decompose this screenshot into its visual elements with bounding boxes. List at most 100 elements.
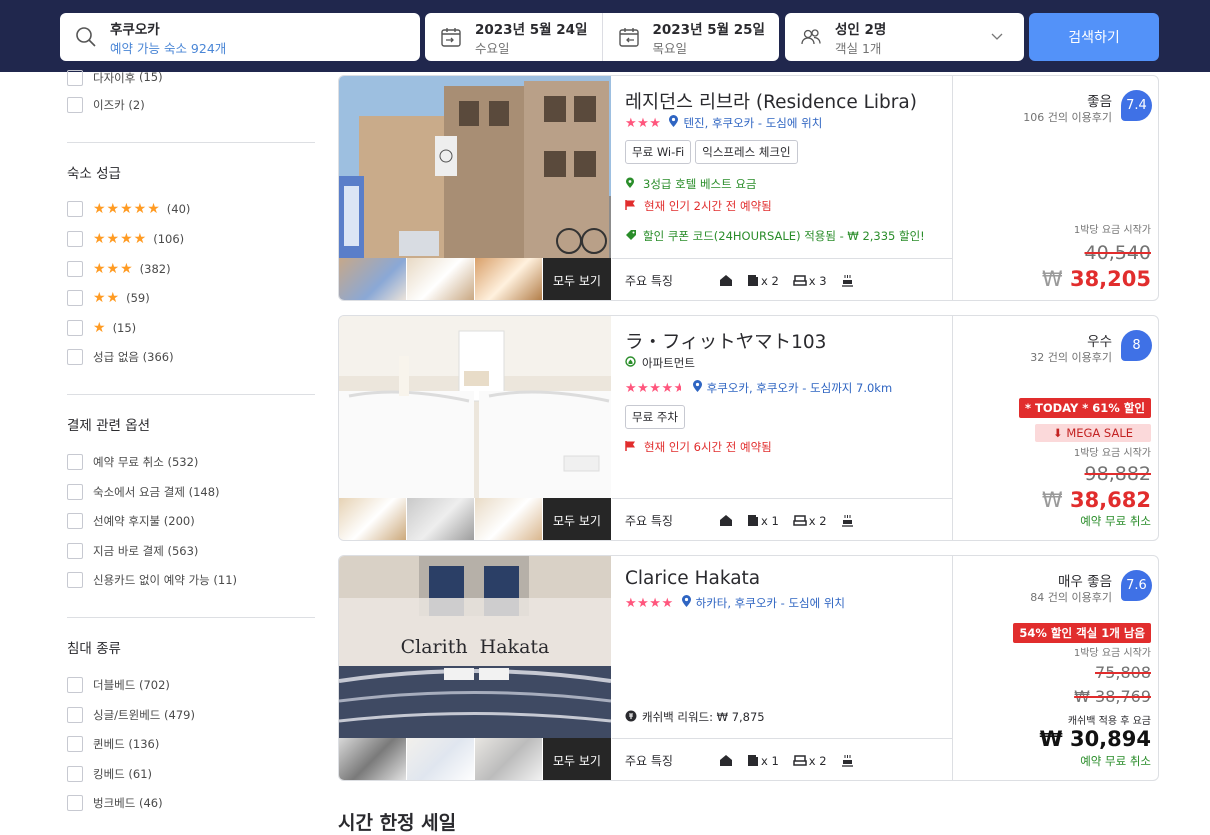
filter-item-3-stars[interactable]: ★★★ (382) (67, 254, 317, 284)
date-picker[interactable]: 2023년 5월 24일 수요일 2023년 5월 25일 목요일 (425, 13, 779, 61)
feature-bed: x 2 (793, 514, 827, 528)
thumbnail[interactable] (475, 738, 543, 780)
checkbox[interactable] (67, 201, 83, 218)
checkbox[interactable] (67, 96, 83, 113)
star-rating-icon: ★★★ (93, 260, 134, 277)
checkbox[interactable] (67, 765, 83, 782)
star-filter-group: ★★★★★ (40) ★★★★ (106) ★★★ (382) ★★ (59) ★ (15… (67, 195, 317, 373)
property-meta: ★★★★ 하카타, 후쿠오카 - 도심에 위치 (625, 595, 845, 611)
star-rating-title: 숙소 성급 (67, 165, 121, 182)
filter-item-free-cancel[interactable]: 예약 무료 취소 (532) (67, 447, 317, 477)
checkbox[interactable] (67, 453, 83, 470)
filter-item-iizuka[interactable]: 이즈카 (2) (67, 90, 317, 120)
checkbox[interactable] (67, 513, 83, 530)
property-main-photo[interactable] (339, 76, 611, 258)
search-button[interactable]: 검색하기 (1029, 13, 1159, 61)
rating-word: 좋음 (1087, 94, 1112, 110)
amenity-tags: 무료 Wi-Fi 익스프레스 체크인 (625, 140, 802, 164)
view-all-photos-button[interactable]: 모두 보기 (543, 498, 611, 540)
review-count[interactable]: 84 건의 이용후기 (1030, 589, 1112, 605)
filter-item-5-stars[interactable]: ★★★★★ (40) (67, 195, 317, 225)
filter-item-4-stars[interactable]: ★★★★ (106) (67, 224, 317, 254)
filter-item-king-bed[interactable]: 킹베드 (61) (67, 759, 317, 789)
view-all-photos-button[interactable]: 모두 보기 (543, 738, 611, 780)
price-panel[interactable]: 우수 32 건의 이용후기 8 * TODAY * 61% 할인 ⬇ MEGA … (952, 316, 1158, 540)
recent-booking-text: 현재 인기 6시간 전 예약됨 (644, 440, 772, 454)
property-card[interactable]: 모두 보기 ラ・フィットヤマト103 아파트먼트 ★★★★ ★ 후쿠오카, 후쿠… (338, 315, 1159, 541)
filter-item-twin-bed[interactable]: 싱글/트윈베드 (479) (67, 700, 317, 730)
filter-item-double-bed[interactable]: 더블베드 (702) (67, 670, 317, 700)
amenity-tag: 무료 주차 (625, 405, 685, 429)
filter-item-pay-now[interactable]: 지금 바로 결제 (563) (67, 536, 317, 566)
star-rating-icon: ★★★★ (93, 230, 148, 247)
review-count[interactable]: 106 건의 이용후기 (1023, 109, 1112, 125)
thumbnail[interactable] (407, 258, 475, 300)
destination-field[interactable]: 후쿠오카 예약 가능 숙소 924개 (60, 13, 420, 61)
thumbnail[interactable] (339, 258, 407, 300)
property-name[interactable]: ラ・フィットヤマト103 (625, 328, 826, 354)
thumbnail[interactable] (339, 738, 407, 780)
price-panel[interactable]: 좋음 106 건의 이용후기 7.4 1박당 요금 시작가 40,540 ₩ 3… (952, 76, 1158, 300)
checkbox[interactable] (67, 230, 83, 247)
checkout-field[interactable]: 2023년 5월 25일 목요일 (601, 13, 780, 61)
today-discount-badge: * TODAY * 61% 할인 (1018, 398, 1151, 418)
filter-count: (106) (153, 231, 185, 246)
property-name[interactable]: Clarice Hakata (625, 568, 760, 589)
guests-value: 성인 2명 (835, 22, 887, 38)
property-main-photo[interactable]: Clarith Hakata (339, 556, 611, 738)
checkbox[interactable] (67, 319, 83, 336)
checkbox[interactable] (67, 483, 83, 500)
filter-item-no-stars[interactable]: 성급 없음 (366) (67, 343, 317, 373)
filter-item-queen-bed[interactable]: 퀸베드 (136) (67, 729, 317, 759)
checkbox[interactable] (67, 542, 83, 559)
property-location[interactable]: 하카타, 후쿠오카 - 도심에 위치 (696, 595, 845, 611)
filter-item-1-star[interactable]: ★ (15) (67, 313, 317, 343)
checkbox[interactable] (67, 706, 83, 723)
thumbnail[interactable] (475, 498, 543, 540)
property-name[interactable]: 레지던스 리브라 (Residence Libra) (625, 88, 917, 114)
key-features-bar: 주요 특징 x 2 x 3 (612, 258, 952, 300)
location-pin-icon (692, 380, 703, 396)
property-card[interactable]: 모두 보기 레지던스 리브라 (Residence Libra) ★★★ 텐진,… (338, 75, 1159, 301)
property-card[interactable]: Clarith Hakata 모두 보기 Clarice Hakata ★★★★… (338, 555, 1159, 781)
available-count: 예약 가능 숙소 924개 (110, 41, 227, 56)
filter-label: 이즈카 (93, 97, 125, 112)
checkbox[interactable] (67, 70, 83, 86)
review-count[interactable]: 32 건의 이용후기 (1030, 349, 1112, 365)
property-location[interactable]: 후쿠오카, 후쿠오카 - 도심까지 7.0km (707, 380, 893, 396)
property-location[interactable]: 텐진, 후쿠오카 - 도심에 위치 (683, 115, 822, 131)
price-panel[interactable]: 매우 좋음 84 건의 이용후기 7.6 54% 할인 객실 1개 남음 1박당… (952, 556, 1158, 780)
thumbnail[interactable] (407, 738, 475, 780)
checkin-date: 2023년 5월 24일 (475, 22, 588, 38)
guests-field[interactable]: 성인 2명 객실 1개 (785, 13, 1024, 61)
property-info: 레지던스 리브라 (Residence Libra) ★★★ 텐진, 후쿠오카 … (612, 76, 952, 300)
checkbox[interactable] (67, 572, 83, 589)
flag-icon (625, 440, 636, 455)
thumbnail[interactable] (475, 258, 543, 300)
checkbox[interactable] (67, 260, 83, 277)
key-features-label: 주요 특징 (625, 274, 673, 288)
checkin-field[interactable]: 2023년 5월 24일 수요일 (425, 13, 602, 61)
filter-item-bunk-bed[interactable]: 벙크베드 (46) (67, 789, 317, 819)
filter-label: 싱글/트윈베드 (93, 707, 161, 722)
checkout-date: 2023년 5월 25일 (652, 22, 765, 38)
checkbox[interactable] (67, 349, 83, 366)
apartment-icon (625, 356, 636, 370)
filter-item-2-stars[interactable]: ★★ (59) (67, 283, 317, 313)
filter-item-dazaifu[interactable]: 다자이후 (15) (67, 70, 317, 86)
review-score-badge: 7.4 (1121, 90, 1152, 121)
filter-item-pay-at-property[interactable]: 숙소에서 요금 결제 (148) (67, 477, 317, 507)
thumbnail[interactable] (407, 498, 475, 540)
checkbox[interactable] (67, 676, 83, 693)
checkbox[interactable] (67, 290, 83, 307)
view-all-photos-button[interactable]: 모두 보기 (543, 258, 611, 300)
checkbox[interactable] (67, 795, 83, 812)
review-score-badge: 7.6 (1121, 570, 1152, 601)
recent-booking-text: 현재 인기 2시간 전 예약됨 (644, 199, 772, 213)
kettle-icon (841, 754, 854, 767)
property-main-photo[interactable] (339, 316, 611, 498)
thumbnail[interactable] (339, 498, 407, 540)
checkbox[interactable] (67, 736, 83, 753)
filter-item-book-now-pay-later[interactable]: 선예약 후지불 (200) (67, 506, 317, 536)
filter-item-no-credit-card[interactable]: 신용카드 없이 예약 가능 (11) (67, 566, 317, 596)
